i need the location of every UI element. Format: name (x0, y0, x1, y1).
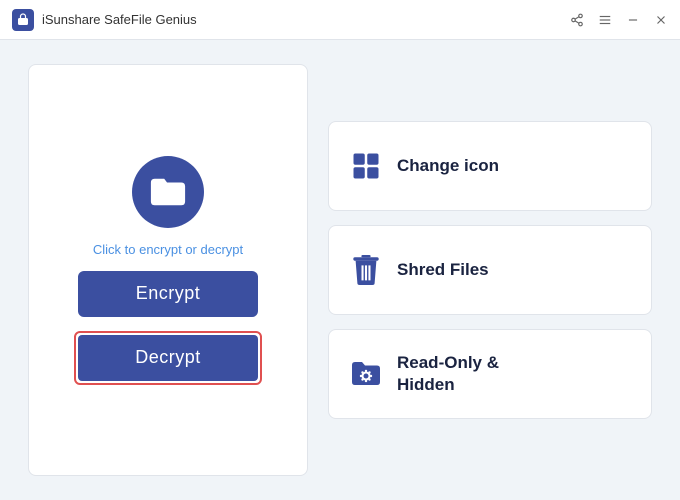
window-title: iSunshare SafeFile Genius (42, 12, 570, 27)
decrypt-button-wrapper: Decrypt (74, 331, 262, 385)
close-icon[interactable] (654, 13, 668, 27)
main-content: Click to encrypt or decrypt Encrypt Decr… (0, 40, 680, 500)
share-icon[interactable] (570, 13, 584, 27)
folder-icon-circle[interactable] (132, 156, 204, 228)
encrypt-button[interactable]: Encrypt (78, 271, 258, 317)
title-bar: iSunshare SafeFile Genius (0, 0, 680, 40)
read-only-hidden-icon (351, 359, 381, 389)
shred-files-card[interactable]: Shred Files (328, 225, 652, 315)
app-logo (12, 9, 34, 31)
minimize-icon[interactable] (626, 13, 640, 27)
encrypt-decrypt-hint: Click to encrypt or decrypt (93, 242, 243, 257)
read-only-hidden-card[interactable]: Read-Only &Hidden (328, 329, 652, 419)
change-icon-label: Change icon (397, 155, 499, 177)
change-icon-icon (351, 151, 381, 181)
menu-icon[interactable] (598, 13, 612, 27)
decrypt-button[interactable]: Decrypt (78, 335, 258, 381)
shred-files-label: Shred Files (397, 259, 489, 281)
shred-files-icon (351, 255, 381, 285)
read-only-hidden-label: Read-Only &Hidden (397, 352, 499, 396)
right-panel: Change icon Shred Files (328, 64, 652, 476)
left-panel: Click to encrypt or decrypt Encrypt Decr… (28, 64, 308, 476)
window-controls (570, 13, 668, 27)
change-icon-card[interactable]: Change icon (328, 121, 652, 211)
